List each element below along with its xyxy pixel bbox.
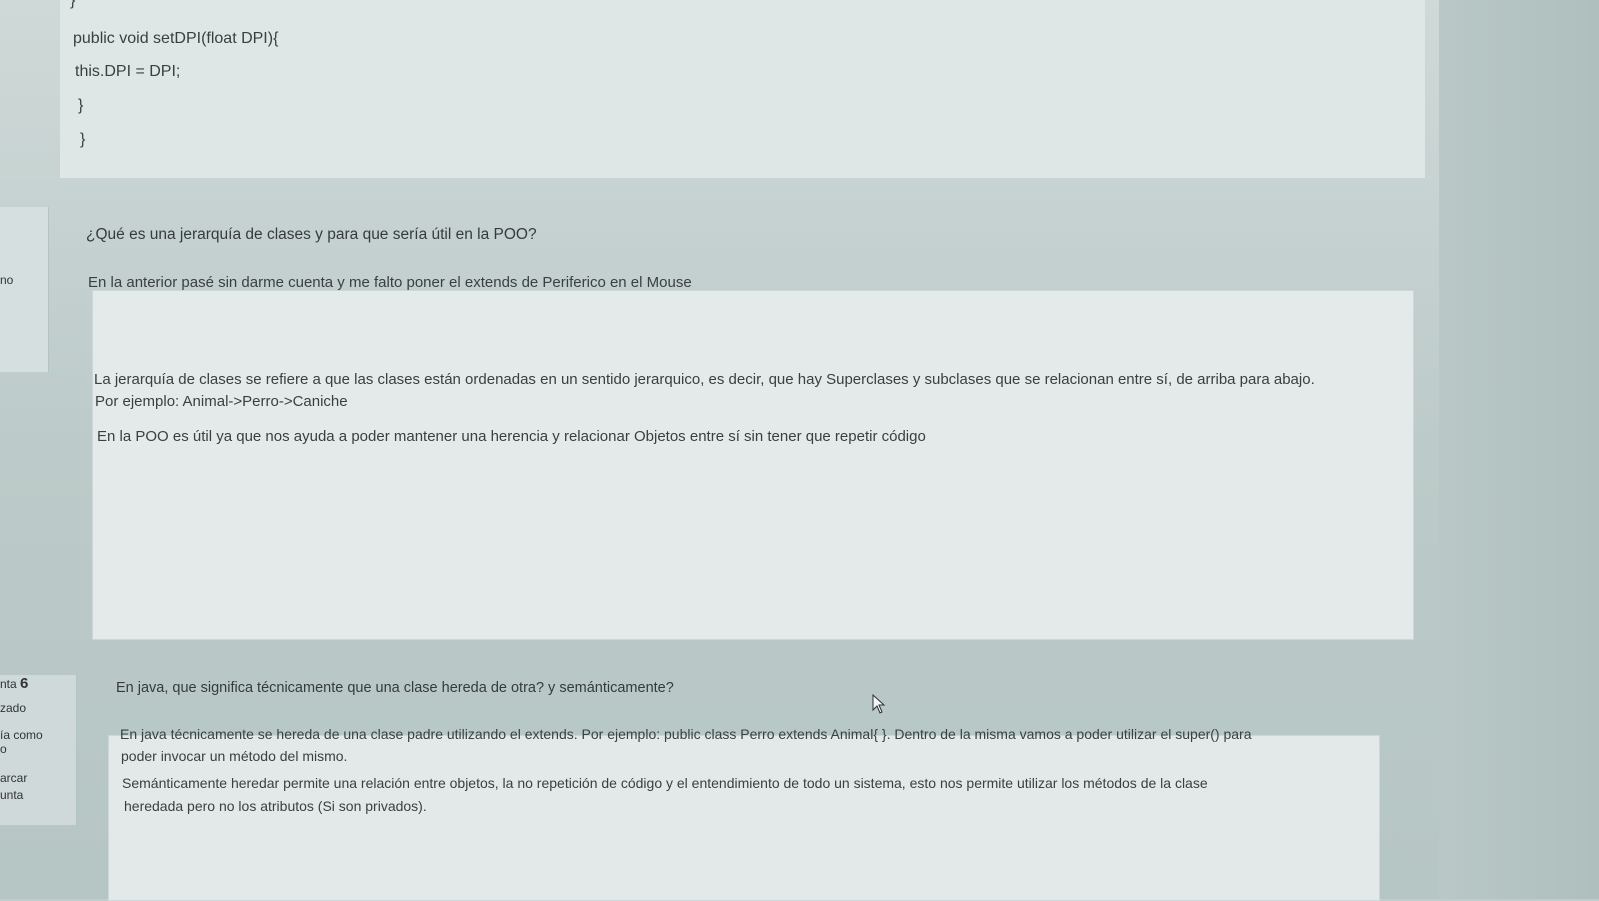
mouse-cursor-icon [872, 693, 886, 719]
question-status: zado [0, 701, 27, 715]
code-line: } [80, 131, 86, 148]
question-info-label: no [0, 273, 14, 287]
flag-question-link[interactable]: unta [0, 788, 23, 802]
code-line: } [78, 97, 84, 114]
mark-question-line: o [0, 742, 7, 756]
code-line: } [70, 0, 76, 9]
answer-line: En la anterior pasé sin darme cuenta y m… [88, 274, 692, 291]
answer-textarea[interactable] [92, 290, 1414, 640]
answer-line: heredada pero no los atributos (Si son p… [124, 798, 427, 814]
page-right-margin [1439, 0, 1599, 899]
question-text: ¿Qué es una jerarquía de clases y para q… [86, 226, 537, 243]
question-number: 6 [20, 675, 29, 692]
question-text: En java, que significa técnicamente que … [116, 680, 674, 696]
answer-line: En la POO es útil ya que nos ayuda a pod… [97, 428, 926, 445]
answer-line: Por ejemplo: Animal->Perro->Caniche [95, 393, 348, 410]
answer-line: poder invocar un método del mismo. [121, 748, 348, 764]
mark-question-line: ía como [0, 728, 43, 742]
flag-question-link[interactable]: arcar [0, 771, 27, 785]
question-info-panel: no [0, 207, 49, 372]
answer-line: En java técnicamente se hereda de una cl… [120, 726, 1252, 742]
question-label-prefix: nta [0, 677, 17, 691]
previous-answer-code-box[interactable] [60, 0, 1425, 178]
question-info-panel: nta 6 zado ía como o arcar unta [0, 675, 77, 825]
answer-line: La jerarquía de clases se refiere a que … [94, 371, 1315, 388]
code-line: public void setDPI(float DPI){ [73, 30, 279, 47]
answer-line: Semánticamente heredar permite una relac… [122, 775, 1208, 791]
question-number-label: nta 6 [0, 675, 28, 692]
code-line: this.DPI = DPI; [75, 63, 181, 80]
